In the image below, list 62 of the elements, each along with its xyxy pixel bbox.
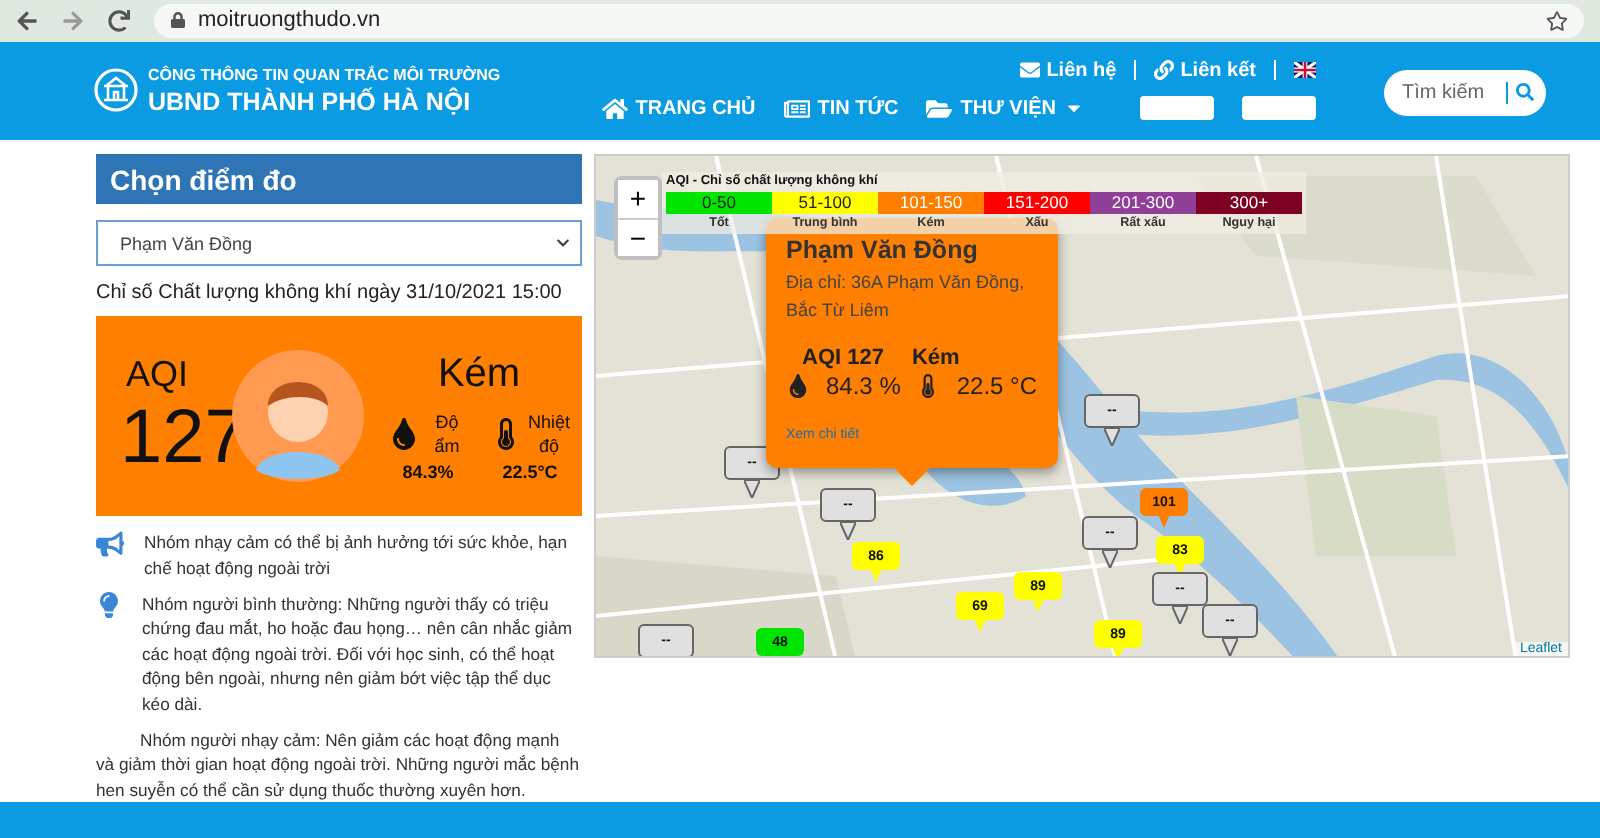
avatar-icon: [232, 350, 364, 483]
envelope-icon: [1020, 60, 1041, 81]
legend-range: 0-50: [666, 192, 772, 215]
legend-range: 101-150: [878, 192, 984, 215]
popup-aqi: AQI 127: [802, 346, 884, 371]
marker-tail-icon: [1156, 516, 1172, 529]
advice-text: Nhóm nhạy cảm có thể bị ảnh hưởng tới sức khỏe, hạn chế hoạt động ngoài trời: [144, 530, 569, 580]
app-store-badge[interactable]: [1242, 96, 1316, 121]
organization-title: UBND THÀNH PHỐ HÀ NỘI: [148, 87, 473, 116]
back-icon[interactable]: [16, 9, 38, 32]
folder-icon: [926, 95, 953, 122]
marker-tail-icon: [1222, 638, 1238, 657]
marker-tail-icon: [1172, 606, 1188, 625]
megaphone-icon: [96, 530, 124, 559]
popup-category: Kém: [911, 346, 960, 371]
category-label: Kém: [437, 351, 521, 398]
panel-title: Chọn điểm đo: [96, 154, 582, 205]
water-drop-icon: [786, 374, 810, 399]
google-play-badge[interactable]: [1140, 96, 1214, 121]
marker-tail-icon: [744, 480, 760, 499]
zoom-out-button[interactable]: −: [618, 218, 658, 257]
lock-icon: [170, 12, 186, 29]
popup-temperature: 22.5 °C: [956, 372, 1038, 401]
reload-icon[interactable]: [108, 9, 130, 32]
newspaper-icon: [783, 95, 810, 122]
marker-tail-icon: [868, 570, 884, 583]
portal-title: CÔNG THÔNG TIN QUAN TRẮC MÔI TRƯỜNG: [148, 65, 501, 84]
station-select[interactable]: Phạm Văn Đồng: [96, 220, 582, 267]
legend-range: 51-100: [772, 192, 878, 215]
advice-text: Nhóm người bình thường: Những người thấy có triệu chứng đau mắt, ho hoặc đau họng… nên cân nhắc giảm các hoạt động ngoài trời. Đối với học sinh, có thể hoạt động bên ngoài, nhưng nên giảm bớt việc tập thể dục kéo dài.: [142, 591, 575, 716]
popup-station-name: Phạm Văn Đồng: [786, 236, 980, 265]
chevron-icon: [556, 236, 570, 251]
water-drop-icon: [387, 417, 419, 450]
advice-text: Nhóm người nhạy cảm: Nên giảm các hoạt động mạnh và giảm thời gian hoạt động ngoài trời. Những người mắc bệnh hen suyễn có thể cần sử dụng thuốc thường xuyên hơn.: [96, 728, 581, 803]
search-input[interactable]: Tìm kiếm: [1402, 81, 1508, 104]
aqi-label: AQI: [126, 353, 191, 396]
link-icon: [1154, 60, 1175, 81]
popup-address: Địa chỉ: 36A Phạm Văn Đồng, Bắc Từ Liêm: [786, 270, 1027, 325]
legend-range: 201-300: [1090, 192, 1196, 215]
search-icon[interactable]: [1516, 82, 1534, 103]
timestamp-label: Chỉ số Chất lượng không khí ngày 31/10/2021 15:00: [96, 282, 564, 305]
legend-range: 151-200: [984, 192, 1090, 215]
humidity-label: Độ ẩm: [432, 409, 462, 458]
url-text: moitruongthudo.vn: [198, 8, 383, 33]
temperature-value: 22.5°C: [502, 461, 558, 482]
marker-tail-icon: [1104, 428, 1120, 447]
bookmark-star-icon[interactable]: [1546, 9, 1568, 32]
address-bar[interactable]: moitruongthudo.vn: [154, 3, 1584, 38]
humidity-value: 84.3%: [402, 461, 454, 482]
marker-tail-icon: [840, 522, 856, 541]
legend-range: 300+: [1196, 192, 1302, 215]
search-field[interactable]: Tìm kiếm: [1384, 69, 1546, 116]
emblem-icon: [94, 68, 138, 113]
marker-tail-icon: [972, 620, 988, 633]
temperature-label: Nhiệt độ: [527, 409, 571, 458]
popup-humidity: 84.3 %: [826, 372, 901, 401]
marker-tail-icon: [1110, 648, 1126, 657]
uk-flag-icon[interactable]: [1294, 62, 1316, 79]
marker-tail-icon: [1030, 600, 1046, 613]
home-icon: [601, 95, 628, 122]
lightbulb-icon: [96, 591, 122, 618]
marker-tail-icon: [1102, 550, 1118, 569]
